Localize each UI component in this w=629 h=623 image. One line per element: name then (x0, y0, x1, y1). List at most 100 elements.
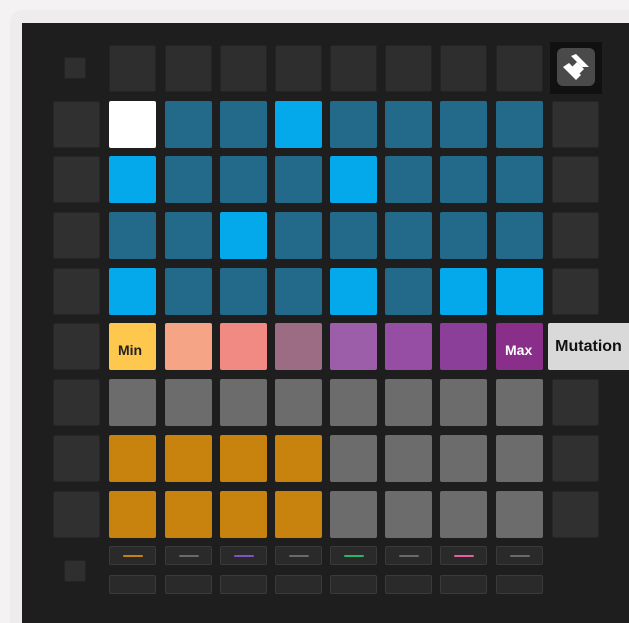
grid-pad-r2-c4[interactable] (275, 156, 322, 203)
grid-pad-r6-c2[interactable] (165, 379, 212, 426)
grid-pad-r7-c5[interactable] (330, 435, 377, 482)
grid-pad-r4-c6[interactable] (385, 268, 432, 315)
left-button-3[interactable] (53, 212, 100, 259)
top-button-8[interactable] (496, 45, 543, 92)
grid-pad-r7-c6[interactable] (385, 435, 432, 482)
grid-pad-r7-c7[interactable] (440, 435, 487, 482)
grid-pad-r7-c1[interactable] (109, 435, 156, 482)
grid-pad-r8-c6[interactable] (385, 491, 432, 538)
top-button-4[interactable] (275, 45, 322, 92)
grid-pad-r3-c7[interactable] (440, 212, 487, 259)
grid-pad-r4-c3[interactable] (220, 268, 267, 315)
grid-pad-r3-c2[interactable] (165, 212, 212, 259)
grid-pad-r7-c2[interactable] (165, 435, 212, 482)
top-button-2[interactable] (165, 45, 212, 92)
grid-pad-r2-c8[interactable] (496, 156, 543, 203)
track-select-button-7[interactable] (440, 546, 487, 565)
grid-pad-r1-c7[interactable] (440, 101, 487, 148)
grid-pad-r8-c2[interactable] (165, 491, 212, 538)
track-function-button-3[interactable] (220, 575, 267, 594)
grid-pad-r6-c7[interactable] (440, 379, 487, 426)
track-function-button-5[interactable] (330, 575, 377, 594)
grid-pad-r5-c6[interactable] (385, 323, 432, 370)
track-select-button-5[interactable] (330, 546, 377, 565)
grid-pad-r3-c4[interactable] (275, 212, 322, 259)
track-function-button-7[interactable] (440, 575, 487, 594)
grid-pad-r8-c1[interactable] (109, 491, 156, 538)
shift-button[interactable] (64, 57, 86, 79)
grid-pad-r5-c2[interactable] (165, 323, 212, 370)
grid-pad-r5-c3[interactable] (220, 323, 267, 370)
grid-pad-r6-c4[interactable] (275, 379, 322, 426)
grid-pad-r3-c8[interactable] (496, 212, 543, 259)
grid-pad-r5-c7[interactable] (440, 323, 487, 370)
left-button-1[interactable] (53, 101, 100, 148)
scene-launch-button-1[interactable] (552, 101, 599, 148)
grid-pad-r3-c5[interactable] (330, 212, 377, 259)
mutation-button[interactable]: Mutation (548, 323, 629, 370)
track-select-button-8[interactable] (496, 546, 543, 565)
track-function-button-2[interactable] (165, 575, 212, 594)
track-select-button-4[interactable] (275, 546, 322, 565)
grid-pad-r4-c4[interactable] (275, 268, 322, 315)
grid-pad-r1-c5[interactable] (330, 101, 377, 148)
grid-pad-r1-c8[interactable] (496, 101, 543, 148)
grid-pad-r6-c6[interactable] (385, 379, 432, 426)
stop-solo-mute-button[interactable] (64, 560, 86, 582)
grid-pad-r2-c6[interactable] (385, 156, 432, 203)
grid-pad-r4-c5[interactable] (330, 268, 377, 315)
grid-pad-r3-c6[interactable] (385, 212, 432, 259)
scene-launch-button-7[interactable] (552, 435, 599, 482)
track-function-button-8[interactable] (496, 575, 543, 594)
track-select-button-2[interactable] (165, 546, 212, 565)
track-function-button-6[interactable] (385, 575, 432, 594)
track-select-button-6[interactable] (385, 546, 432, 565)
grid-pad-r7-c3[interactable] (220, 435, 267, 482)
grid-pad-r8-c3[interactable] (220, 491, 267, 538)
grid-pad-r6-c1[interactable] (109, 379, 156, 426)
left-button-4[interactable] (53, 268, 100, 315)
track-function-button-4[interactable] (275, 575, 322, 594)
left-button-8[interactable] (53, 491, 100, 538)
grid-pad-r5-c5[interactable] (330, 323, 377, 370)
grid-pad-r1-c6[interactable] (385, 101, 432, 148)
grid-pad-r4-c8[interactable] (496, 268, 543, 315)
grid-pad-r2-c1[interactable] (109, 156, 156, 203)
left-button-6[interactable] (53, 379, 100, 426)
top-button-1[interactable] (109, 45, 156, 92)
grid-pad-r4-c1[interactable] (109, 268, 156, 315)
grid-pad-r8-c7[interactable] (440, 491, 487, 538)
scene-launch-button-6[interactable] (552, 379, 599, 426)
track-function-button-1[interactable] (109, 575, 156, 594)
scene-launch-button-2[interactable] (552, 156, 599, 203)
grid-pad-r4-c2[interactable] (165, 268, 212, 315)
grid-pad-r4-c7[interactable] (440, 268, 487, 315)
grid-pad-r6-c3[interactable] (220, 379, 267, 426)
top-button-6[interactable] (385, 45, 432, 92)
scene-launch-button-4[interactable] (552, 268, 599, 315)
grid-pad-r8-c5[interactable] (330, 491, 377, 538)
grid-pad-r6-c8[interactable] (496, 379, 543, 426)
top-button-5[interactable] (330, 45, 377, 92)
grid-pad-r8-c4[interactable] (275, 491, 322, 538)
left-button-2[interactable] (53, 156, 100, 203)
grid-pad-r1-c4[interactable] (275, 101, 322, 148)
grid-pad-r1-c3[interactable] (220, 101, 267, 148)
left-button-5[interactable] (53, 323, 100, 370)
track-select-button-1[interactable] (109, 546, 156, 565)
grid-pad-r5-c4[interactable] (275, 323, 322, 370)
grid-pad-r2-c5[interactable] (330, 156, 377, 203)
left-button-7[interactable] (53, 435, 100, 482)
grid-pad-r7-c8[interactable] (496, 435, 543, 482)
grid-pad-r1-c2[interactable] (165, 101, 212, 148)
grid-pad-r3-c1[interactable] (109, 212, 156, 259)
grid-pad-r2-c3[interactable] (220, 156, 267, 203)
track-select-button-3[interactable] (220, 546, 267, 565)
grid-pad-r7-c4[interactable] (275, 435, 322, 482)
grid-pad-r1-c1[interactable] (109, 101, 156, 148)
scene-launch-button-3[interactable] (552, 212, 599, 259)
top-button-7[interactable] (440, 45, 487, 92)
grid-pad-r6-c5[interactable] (330, 379, 377, 426)
top-button-3[interactable] (220, 45, 267, 92)
grid-pad-r2-c2[interactable] (165, 156, 212, 203)
